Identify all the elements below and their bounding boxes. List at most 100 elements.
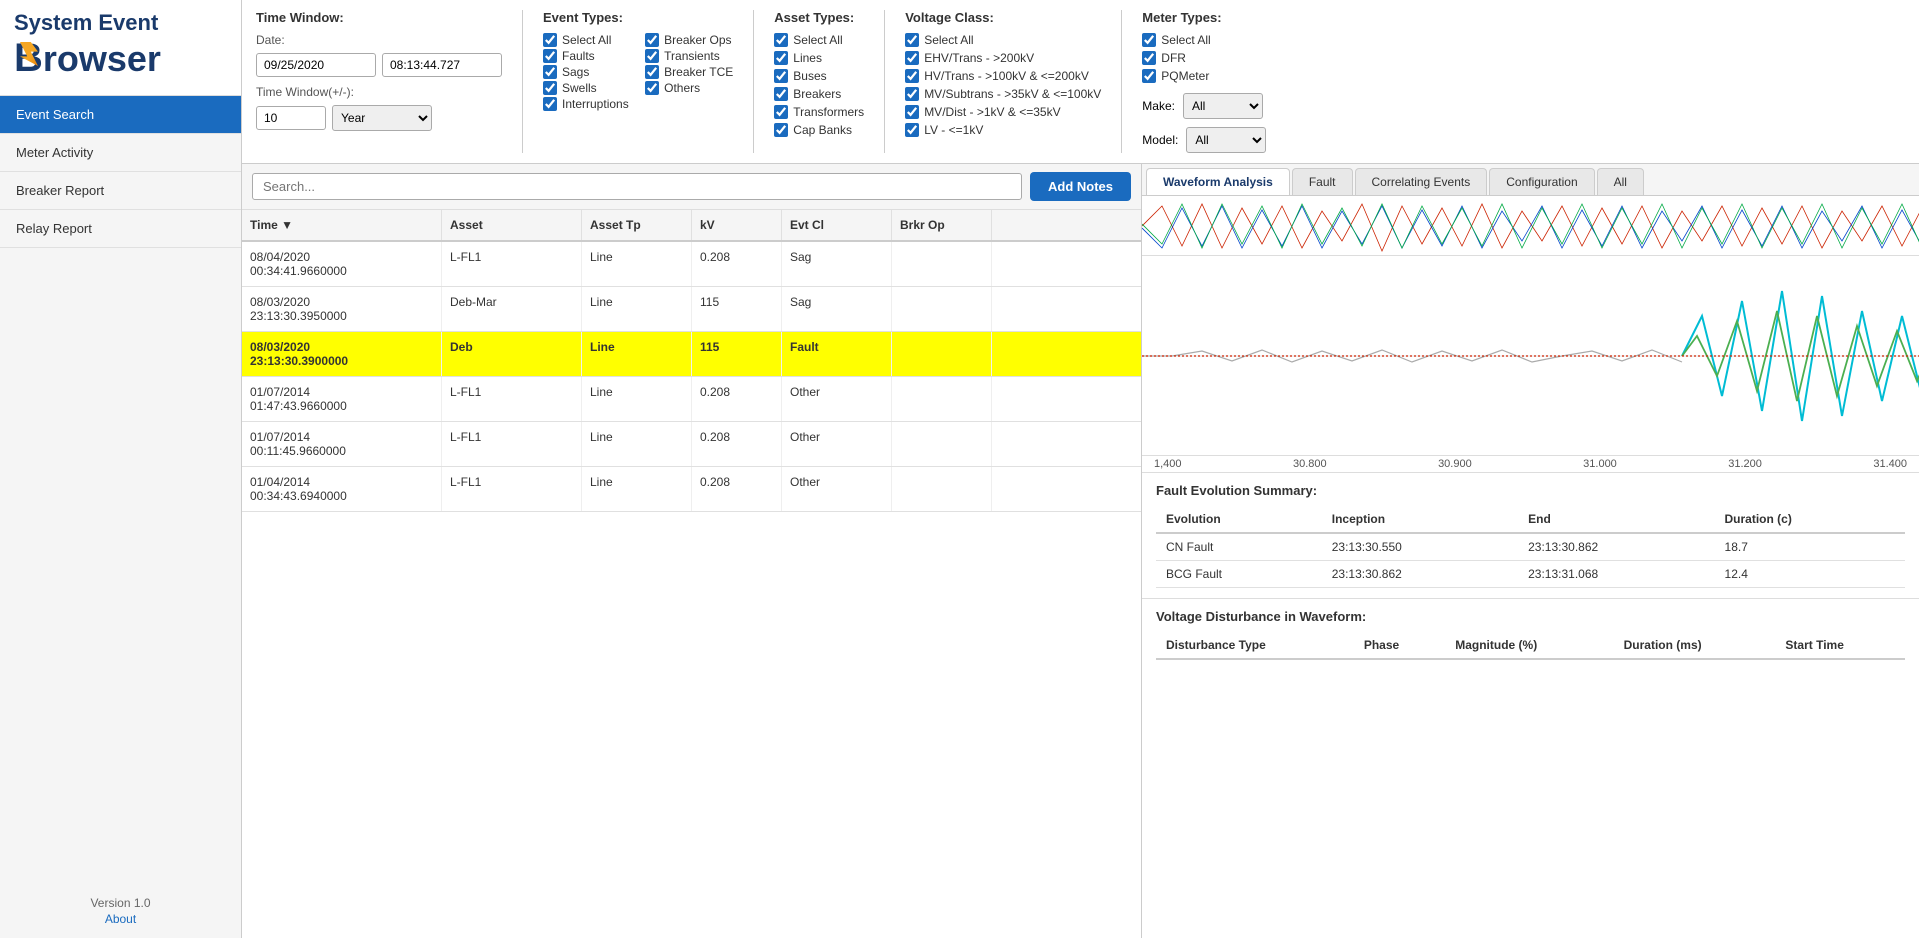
et-breaker-tce[interactable]: Breaker TCE — [645, 65, 733, 79]
vc-mv-subtrans[interactable]: MV/Subtrans - >35kV & <=100kV — [905, 87, 1101, 101]
sidebar-item-breaker-report[interactable]: Breaker Report — [0, 172, 241, 210]
event-table: Time ▼ Asset Asset Tp kV Evt Cl Brkr Op … — [242, 210, 1141, 938]
table-body: 08/04/202000:34:41.9660000 L-FL1 Line 0.… — [242, 242, 1141, 938]
date-label: Date: — [256, 33, 502, 47]
td-scroll-cell — [992, 287, 1032, 331]
td-asset-tp: Line — [582, 377, 692, 421]
divider-2 — [753, 10, 754, 153]
et-others[interactable]: Others — [645, 81, 733, 95]
at-breakers[interactable]: Breakers — [774, 87, 864, 101]
table-row[interactable]: 08/04/202000:34:41.9660000 L-FL1 Line 0.… — [242, 242, 1141, 287]
xaxis-label-4: 31.000 — [1583, 458, 1617, 470]
tab-all[interactable]: All — [1597, 168, 1644, 195]
tab-correlating-events[interactable]: Correlating Events — [1355, 168, 1488, 195]
tab-fault[interactable]: Fault — [1292, 168, 1353, 195]
table-row-selected[interactable]: 08/03/202023:13:30.3900000 Deb Line 115 … — [242, 332, 1141, 377]
td-scroll-cell — [992, 242, 1032, 286]
waveform-main-svg — [1142, 256, 1919, 456]
make-select[interactable]: All — [1183, 93, 1263, 119]
event-types-label: Event Types: — [543, 10, 733, 25]
at-select-all[interactable]: Select All — [774, 33, 864, 47]
at-lines[interactable]: Lines — [774, 51, 864, 65]
td-kv: 115 — [692, 332, 782, 376]
td-kv: 115 — [692, 287, 782, 331]
fe-row: BCG Fault 23:13:30.862 23:13:31.068 12.4 — [1156, 561, 1905, 588]
at-transformers[interactable]: Transformers — [774, 105, 864, 119]
td-time: 08/03/202023:13:30.3900000 — [242, 332, 442, 376]
divider-3 — [884, 10, 885, 153]
tab-waveform-analysis[interactable]: Waveform Analysis — [1146, 168, 1290, 195]
vc-select-all[interactable]: Select All — [905, 33, 1101, 47]
waveform-mini-svg — [1142, 196, 1919, 256]
time-input[interactable] — [382, 53, 502, 77]
et-faults[interactable]: Faults — [543, 49, 631, 63]
td-time: 01/07/201401:47:43.9660000 — [242, 377, 442, 421]
date-row — [256, 53, 502, 77]
col-asset[interactable]: Asset — [442, 210, 582, 240]
col-time[interactable]: Time ▼ — [242, 210, 442, 240]
filter-bar: Time Window: Date: Time Window(+/-): Yea… — [242, 0, 1919, 164]
td-asset-tp: Line — [582, 332, 692, 376]
search-input[interactable] — [252, 173, 1022, 200]
col-kv[interactable]: kV — [692, 210, 782, 240]
mt-dfr[interactable]: DFR — [1142, 51, 1266, 65]
time-window-unit-select[interactable]: Year Month Day Hour Minute — [332, 105, 432, 131]
col-evt-cl[interactable]: Evt Cl — [782, 210, 892, 240]
vc-mv-dist[interactable]: MV/Dist - >1kV & <=35kV — [905, 105, 1101, 119]
add-notes-button[interactable]: Add Notes — [1030, 172, 1131, 201]
et-breaker-ops[interactable]: Breaker Ops — [645, 33, 733, 47]
fault-evolution-section: Fault Evolution Summary: Evolution Incep… — [1142, 473, 1919, 598]
voltage-disturbance-section: Voltage Disturbance in Waveform: Disturb… — [1142, 598, 1919, 670]
logo-area: System Event B rowser — [0, 0, 241, 96]
waveform-main — [1142, 256, 1919, 456]
date-input[interactable] — [256, 53, 376, 77]
et-transients[interactable]: Transients — [645, 49, 733, 63]
fecol-end: End — [1518, 506, 1714, 533]
td-scroll-cell — [992, 422, 1032, 466]
divider-4 — [1121, 10, 1122, 153]
sidebar-item-event-search[interactable]: Event Search — [0, 96, 241, 134]
mt-pqmeter[interactable]: PQMeter — [1142, 69, 1266, 83]
col-brkr-op[interactable]: Brkr Op — [892, 210, 992, 240]
about-link[interactable]: About — [16, 912, 225, 926]
td-asset-tp: Line — [582, 467, 692, 511]
time-window-row: Year Month Day Hour Minute — [256, 105, 502, 131]
xaxis-label-2: 30.800 — [1293, 458, 1327, 470]
tab-configuration[interactable]: Configuration — [1489, 168, 1594, 195]
table-row[interactable]: 01/07/201401:47:43.9660000 L-FL1 Line 0.… — [242, 377, 1141, 422]
vdcol-disturbance-type: Disturbance Type — [1156, 632, 1354, 659]
et-interruptions[interactable]: Interruptions — [543, 97, 631, 111]
vc-hv[interactable]: HV/Trans - >100kV & <=200kV — [905, 69, 1101, 83]
time-window-num-input[interactable] — [256, 106, 326, 130]
et-select-all[interactable]: Select All — [543, 33, 631, 47]
mt-select-all[interactable]: Select All — [1142, 33, 1266, 47]
meter-types-label: Meter Types: — [1142, 10, 1266, 25]
col-asset-tp[interactable]: Asset Tp — [582, 210, 692, 240]
sidebar-item-relay-report[interactable]: Relay Report — [0, 210, 241, 248]
et-sags[interactable]: Sags — [543, 65, 631, 79]
voltage-class-section: Voltage Class: Select All EHV/Trans - >2… — [905, 10, 1101, 153]
td-brkr-op — [892, 467, 992, 511]
td-scroll-cell — [992, 332, 1032, 376]
fecol-duration: Duration (c) — [1715, 506, 1905, 533]
fe-inception: 23:13:30.862 — [1322, 561, 1518, 588]
logo-line2: B rowser — [14, 36, 227, 81]
fecol-evolution: Evolution — [1156, 506, 1322, 533]
table-row[interactable]: 01/07/201400:11:45.9660000 L-FL1 Line 0.… — [242, 422, 1141, 467]
col-scroll — [992, 210, 1032, 240]
right-panel-scroll[interactable]: 1,400 30.800 30.900 31.000 31.200 31.400… — [1142, 196, 1919, 938]
table-row[interactable]: 01/04/201400:34:43.6940000 L-FL1 Line 0.… — [242, 467, 1141, 512]
at-buses[interactable]: Buses — [774, 69, 864, 83]
model-select[interactable]: All — [1186, 127, 1266, 153]
table-row[interactable]: 08/03/202023:13:30.3950000 Deb-Mar Line … — [242, 287, 1141, 332]
time-window-section: Time Window: Date: Time Window(+/-): Yea… — [256, 10, 502, 153]
vc-ehv[interactable]: EHV/Trans - >200kV — [905, 51, 1101, 65]
td-asset: L-FL1 — [442, 242, 582, 286]
vc-lv[interactable]: LV - <=1kV — [905, 123, 1101, 137]
sidebar-item-meter-activity[interactable]: Meter Activity — [0, 134, 241, 172]
et-swells[interactable]: Swells — [543, 81, 631, 95]
at-cap-banks[interactable]: Cap Banks — [774, 123, 864, 137]
fecol-inception: Inception — [1322, 506, 1518, 533]
td-evt-cl: Sag — [782, 242, 892, 286]
divider-1 — [522, 10, 523, 153]
